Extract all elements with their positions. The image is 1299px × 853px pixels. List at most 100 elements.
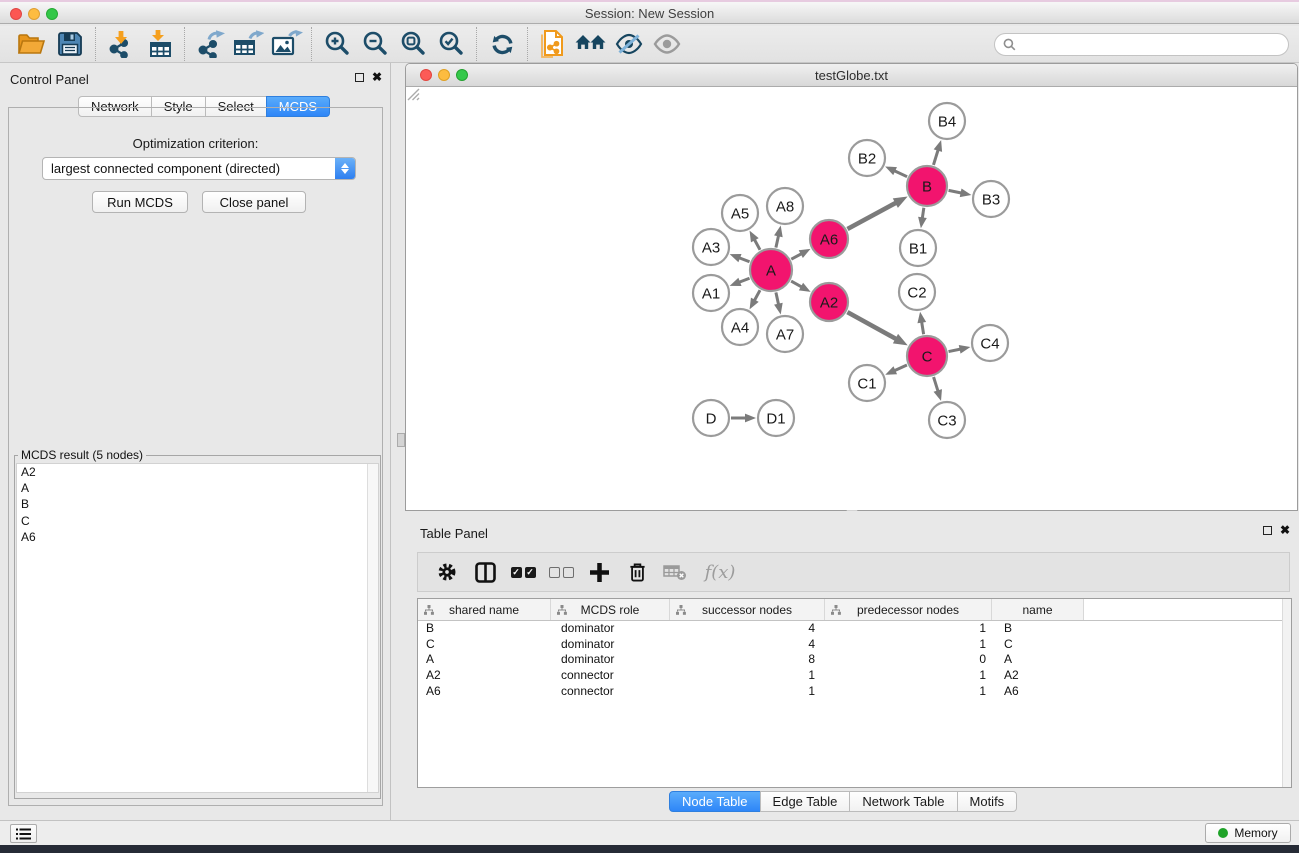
graph-edge-B-B4[interactable] [933,149,938,165]
column-header-MCDS-role[interactable]: MCDS role [551,599,670,620]
column-header-name[interactable]: name [992,599,1084,620]
function-builder-icon[interactable]: f(x) [698,557,742,587]
table-row[interactable]: Adominator80A [418,652,1291,668]
graph-node-D1[interactable]: D1 [758,400,794,436]
table-cell[interactable]: 1 [825,621,992,637]
table-cell[interactable]: A6 [418,684,551,700]
graph-node-C1[interactable]: C1 [849,365,885,401]
mcds-list-scrollbar[interactable] [367,464,378,792]
new-network-from-selection-icon[interactable] [534,28,572,60]
graph-node-C2[interactable]: C2 [899,274,935,310]
table-scrollbar[interactable] [1282,599,1291,787]
close-panel-button[interactable]: Close panel [202,191,306,213]
run-mcds-button[interactable]: Run MCDS [92,191,188,213]
graph-node-A5[interactable]: A5 [722,195,758,231]
graph-node-B1[interactable]: B1 [900,230,936,266]
first-neighbors-icon[interactable] [572,28,610,60]
table-cell[interactable]: 1 [825,637,992,653]
table-cell[interactable]: 0 [825,652,992,668]
show-columns-icon[interactable] [470,557,500,587]
column-header-successor-nodes[interactable]: successor nodes [670,599,825,620]
float-table-panel-icon[interactable] [1263,526,1272,535]
deselect-all-icon[interactable] [546,557,576,587]
close-panel-icon[interactable]: ✖ [372,73,382,82]
graph-edge-C-C2[interactable] [921,321,923,335]
delete-table-icon[interactable] [660,557,690,587]
mcds-result-item[interactable]: B [17,496,378,512]
table-cell[interactable]: A6 [992,684,1084,700]
zoom-fit-icon[interactable] [394,28,432,60]
table-cell[interactable]: dominator [551,621,670,637]
table-cell[interactable]: dominator [551,652,670,668]
graph-edge-A6-B[interactable] [847,202,897,229]
close-table-panel-icon[interactable]: ✖ [1280,526,1290,535]
apply-layout-icon[interactable] [483,28,521,60]
tab-motifs[interactable]: Motifs [957,791,1018,812]
graph-node-A8[interactable]: A8 [767,188,803,224]
graph-edge-B-B3[interactable] [949,190,963,193]
table-row[interactable]: A6connector11A6 [418,684,1291,700]
graph-node-A2[interactable]: A2 [810,283,848,321]
mcds-result-item[interactable]: A [17,480,378,496]
table-cell[interactable]: A2 [418,668,551,684]
graph-edge-A-A7[interactable] [776,292,779,305]
table-cell[interactable]: A [418,652,551,668]
splitter-handle-vertical[interactable] [397,433,405,447]
export-table-icon[interactable] [229,28,267,60]
save-session-icon[interactable] [51,28,89,60]
table-cell[interactable]: dominator [551,637,670,653]
table-cell[interactable]: 1 [825,668,992,684]
table-cell[interactable]: 4 [670,621,825,637]
zoom-out-icon[interactable] [356,28,394,60]
table-cell[interactable]: 1 [825,684,992,700]
table-options-icon[interactable] [432,557,462,587]
table-cell[interactable]: 8 [670,652,825,668]
graph-node-C3[interactable]: C3 [929,402,965,438]
graph-node-B3[interactable]: B3 [973,181,1009,217]
export-network-icon[interactable] [191,28,229,60]
graph-node-A3[interactable]: A3 [693,229,729,265]
graph-node-B2[interactable]: B2 [849,140,885,176]
show-panels-list-button[interactable] [10,824,37,843]
table-row[interactable]: A2connector11A2 [418,668,1291,684]
show-all-icon[interactable] [648,28,686,60]
mcds-result-item[interactable]: C [17,513,378,529]
table-cell[interactable]: A [992,652,1084,668]
mcds-result-item[interactable]: A6 [17,529,378,545]
graph-edge-C-C3[interactable] [934,377,939,392]
select-all-icon[interactable]: ✓✓ [508,557,538,587]
table-cell[interactable]: connector [551,684,670,700]
window-resize-grip[interactable] [406,87,420,101]
column-header-predecessor-nodes[interactable]: predecessor nodes [825,599,992,620]
mcds-result-item[interactable]: A2 [17,464,378,480]
table-cell[interactable]: 1 [670,684,825,700]
open-session-icon[interactable] [13,28,51,60]
delete-icon[interactable] [622,557,652,587]
zoom-in-icon[interactable] [318,28,356,60]
graph-edge-A-A8[interactable] [776,234,779,247]
table-cell[interactable]: A2 [992,668,1084,684]
graph-node-A6[interactable]: A6 [810,220,848,258]
tab-node-table[interactable]: Node Table [669,791,761,812]
tab-edge-table[interactable]: Edge Table [760,791,851,812]
tab-network-table[interactable]: Network Table [849,791,957,812]
criterion-dropdown[interactable]: largest connected component (directed) [42,157,356,180]
graph-edge-C-C1[interactable] [893,365,906,371]
import-table-icon[interactable] [140,28,178,60]
table-cell[interactable]: B [418,621,551,637]
graph-node-C[interactable]: C [907,336,947,376]
graph-node-A1[interactable]: A1 [693,275,729,311]
add-icon[interactable] [584,557,614,587]
memory-button[interactable]: Memory [1205,823,1291,843]
graph-node-C4[interactable]: C4 [972,325,1008,361]
graph-node-A4[interactable]: A4 [722,309,758,345]
graph-edge-A2-C[interactable] [847,312,897,339]
zoom-selected-icon[interactable] [432,28,470,60]
graph-node-A[interactable]: A [750,249,792,291]
graph-node-D[interactable]: D [693,400,729,436]
search-field[interactable] [994,33,1289,56]
graph-edge-B-B2[interactable] [893,170,907,176]
graph-node-A7[interactable]: A7 [767,316,803,352]
table-cell[interactable]: C [992,637,1084,653]
column-header-shared-name[interactable]: shared name [418,599,551,620]
